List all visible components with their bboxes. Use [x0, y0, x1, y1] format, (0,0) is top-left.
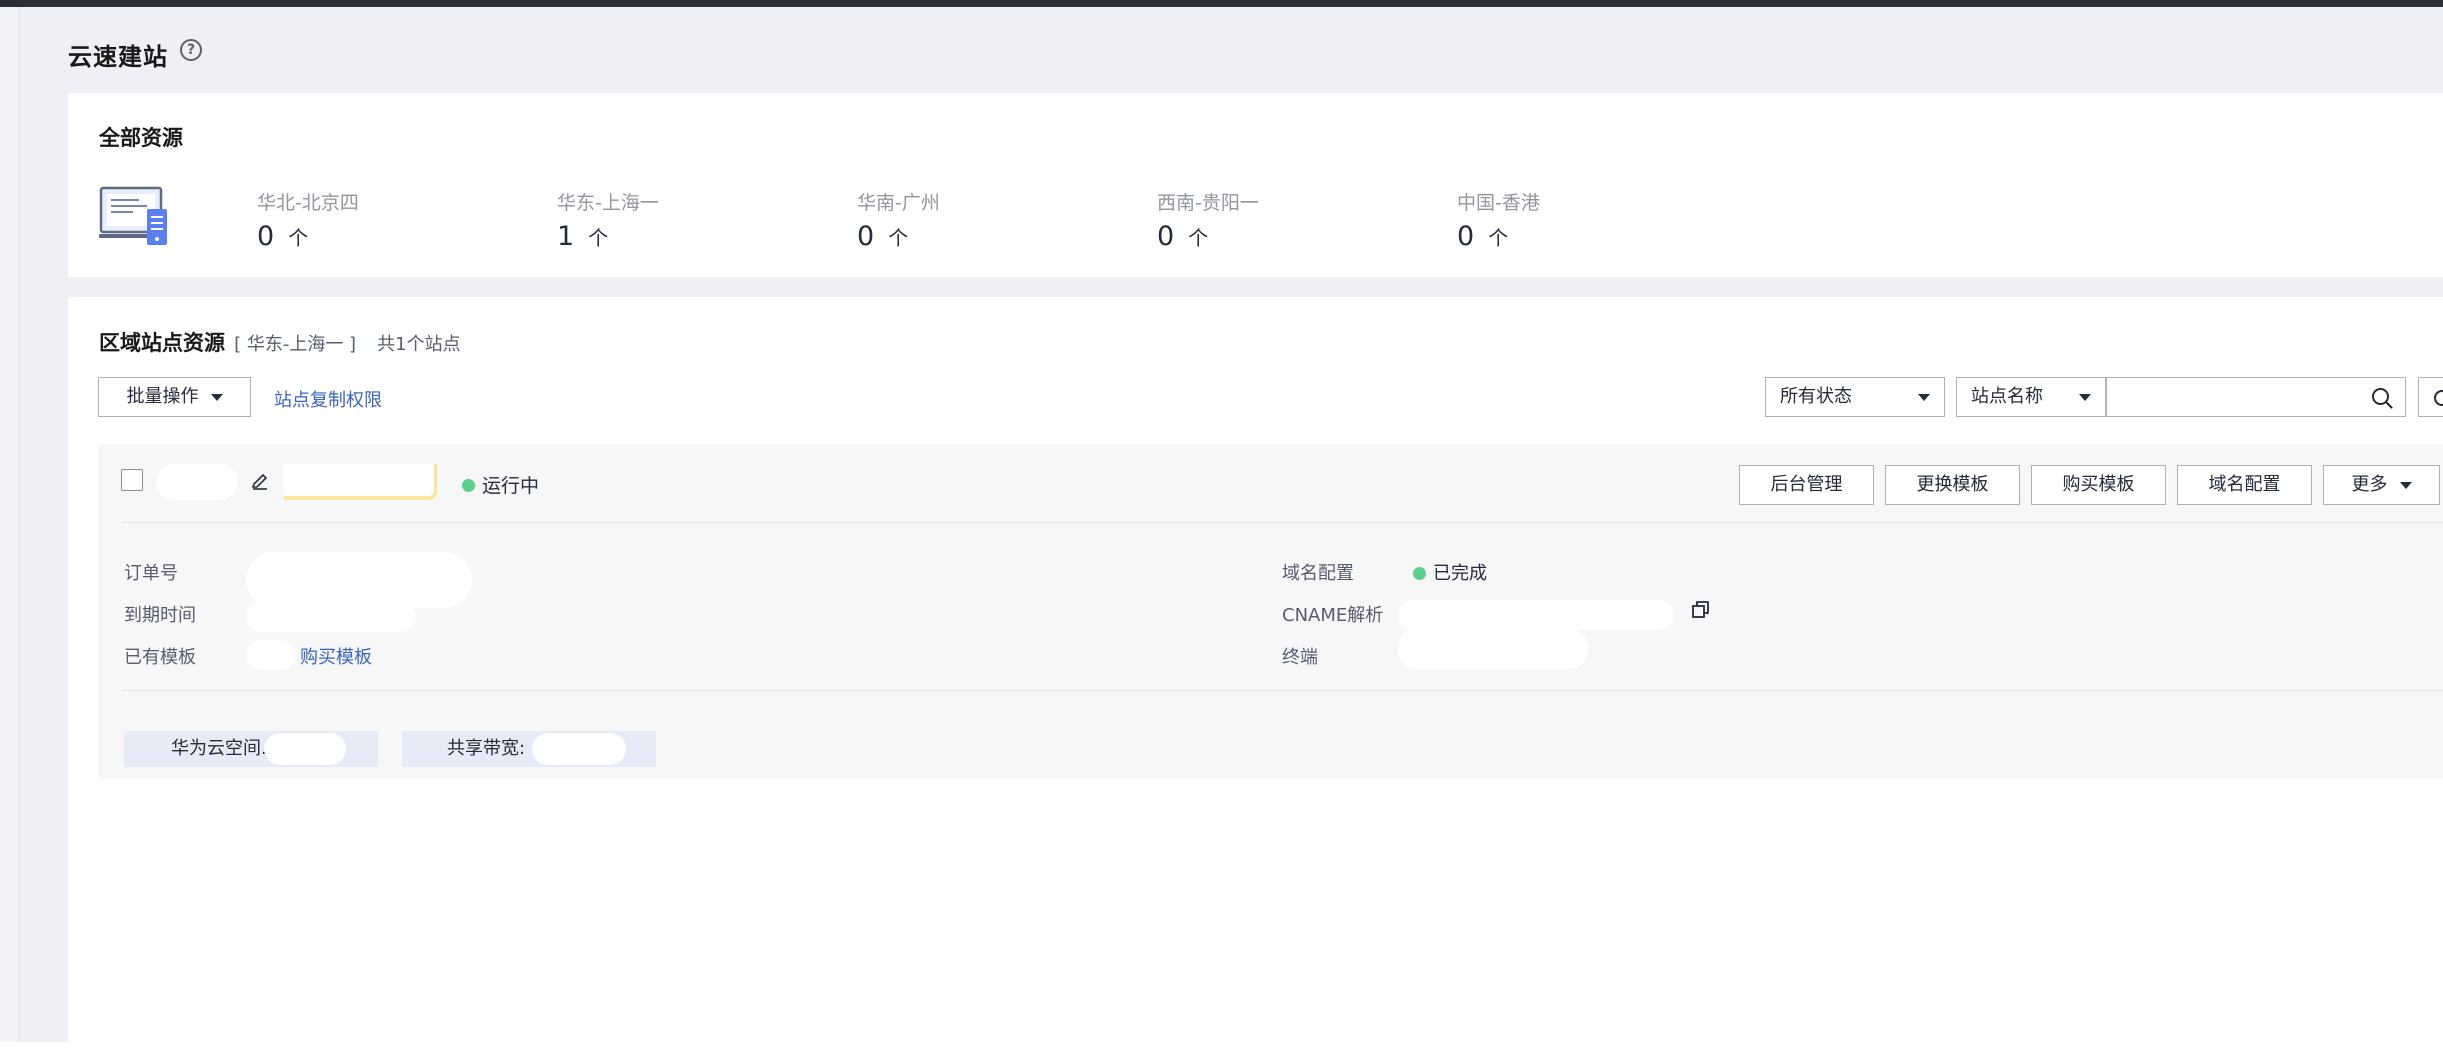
- more-button[interactable]: 更多: [2323, 465, 2440, 505]
- buy-template-button[interactable]: 购买模板: [2031, 465, 2166, 505]
- site-copy-permission-link[interactable]: 站点复制权限: [274, 386, 382, 412]
- cloud-space-tag: 华为云空间.: [124, 731, 378, 767]
- search-box: [2106, 377, 2406, 417]
- redacted-cname: [1398, 600, 1674, 630]
- site-resources-title: 区域站点资源: [99, 331, 225, 355]
- search-icon[interactable]: [2371, 387, 2393, 409]
- refresh-button[interactable]: [2418, 377, 2443, 417]
- site-resources-header: 区域站点资源 [ 华东-上海一 ] 共1个站点: [99, 327, 461, 357]
- page-title: 云速建站: [68, 43, 168, 71]
- region-name: 中国-香港: [1457, 192, 1540, 214]
- redacted-templates: [246, 640, 296, 670]
- buy-template-link[interactable]: 购买模板: [300, 643, 372, 669]
- region-name: 华南-广州: [857, 192, 940, 214]
- top-bar: [0, 0, 2443, 7]
- redacted-bandwidth: [532, 733, 626, 765]
- redacted-domain: [284, 464, 437, 500]
- search-field-select[interactable]: 站点名称: [1956, 377, 2106, 417]
- redacted-site-name: [156, 464, 238, 500]
- left-sidebar-strip: [0, 7, 19, 1042]
- workspace: 云速建站 ? 全部资源 华北-北京四 0个 华东-上海一 1个 华南-广州 0 …: [19, 7, 2443, 1049]
- region-unit: 个: [1188, 226, 1209, 250]
- change-template-button[interactable]: 更换模板: [1885, 465, 2020, 505]
- chevron-down-icon: [2399, 481, 2412, 489]
- region-unit: 个: [288, 226, 309, 250]
- refresh-icon: [2434, 389, 2443, 406]
- domain-config-button[interactable]: 域名配置: [2177, 465, 2312, 505]
- redacted-terminal: [1398, 629, 1588, 669]
- chevron-down-icon: [210, 393, 223, 401]
- redacted-expiry: [246, 602, 416, 632]
- batch-operation-label: 批量操作: [126, 386, 199, 407]
- redacted-cloud-space: [264, 733, 346, 765]
- domain-config-status: 已完成: [1413, 559, 1487, 585]
- region-stat[interactable]: 中国-香港 0个: [1457, 188, 1540, 252]
- redacted-order-number: [246, 552, 472, 608]
- search-field-value: 站点名称: [1971, 386, 2043, 407]
- chevron-down-icon: [1918, 394, 1930, 401]
- terminal-label: 终端: [1282, 647, 1318, 668]
- bandwidth-label: 共享带宽:: [447, 738, 526, 759]
- templates-label: 已有模板: [124, 647, 196, 668]
- status-dot-icon: [1413, 566, 1426, 580]
- monitor-icon: [99, 186, 167, 245]
- region-count: 0: [1457, 221, 1475, 252]
- region-unit: 个: [1488, 226, 1509, 250]
- question-circle-icon[interactable]: ?: [180, 39, 202, 61]
- bandwidth-tag: 共享带宽:: [402, 731, 656, 767]
- order-number-label: 订单号: [124, 563, 178, 584]
- divider: [122, 522, 2443, 523]
- site-item: 运行中 后台管理 更换模板 购买模板 域名配置 更多 订单号 到期时间 已有模板…: [98, 444, 2443, 779]
- domain-config-label: 域名配置: [1282, 563, 1354, 584]
- site-checkbox[interactable]: [121, 469, 143, 491]
- region-name: 西南-贵阳一: [1157, 192, 1259, 214]
- cname-label: CNAME解析: [1282, 605, 1384, 626]
- chevron-down-icon: [2079, 394, 2091, 401]
- more-label: 更多: [2351, 474, 2388, 495]
- region-stat[interactable]: 华北-北京四 0个: [257, 188, 359, 252]
- site-region-label: [ 华东-上海一 ]: [234, 334, 357, 355]
- site-count-label: 共1个站点: [377, 334, 461, 355]
- status-dot-icon: [462, 479, 475, 492]
- site-resources-card: 区域站点资源 [ 华东-上海一 ] 共1个站点 批量操作 站点复制权限 所有状态…: [68, 297, 2443, 1049]
- region-count: 0: [257, 221, 275, 252]
- site-status: 运行中: [462, 471, 539, 498]
- search-input[interactable]: [2108, 379, 2352, 417]
- copy-icon[interactable]: [1690, 599, 1712, 621]
- status-filter-value: 所有状态: [1780, 386, 1852, 407]
- pencil-icon[interactable]: [250, 470, 270, 490]
- status-filter-select[interactable]: 所有状态: [1765, 377, 1945, 417]
- all-resources-title: 全部资源: [99, 126, 183, 150]
- region-name: 华东-上海一: [557, 192, 659, 214]
- region-count: 0: [1157, 221, 1175, 252]
- cloud-space-label: 华为云空间.: [171, 738, 267, 759]
- region-name: 华北-北京四: [257, 192, 359, 214]
- site-status-text: 运行中: [482, 475, 540, 497]
- region-stat[interactable]: 西南-贵阳一 0个: [1157, 188, 1259, 252]
- region-unit: 个: [888, 226, 909, 250]
- region-unit: 个: [588, 226, 609, 250]
- domain-config-value: 已完成: [1433, 563, 1487, 584]
- region-count: 1: [557, 221, 575, 252]
- region-count: 0: [857, 221, 875, 252]
- region-stat[interactable]: 华东-上海一 1个: [557, 188, 659, 252]
- batch-operation-button[interactable]: 批量操作: [98, 377, 251, 417]
- all-resources-card: 全部资源 华北-北京四 0个 华东-上海一 1个 华南-广州 0个 西南-贵阳一…: [68, 93, 2443, 277]
- admin-manage-button[interactable]: 后台管理: [1739, 465, 1874, 505]
- expiry-label: 到期时间: [124, 605, 196, 626]
- divider: [122, 690, 2443, 691]
- region-stat[interactable]: 华南-广州 0个: [857, 188, 940, 252]
